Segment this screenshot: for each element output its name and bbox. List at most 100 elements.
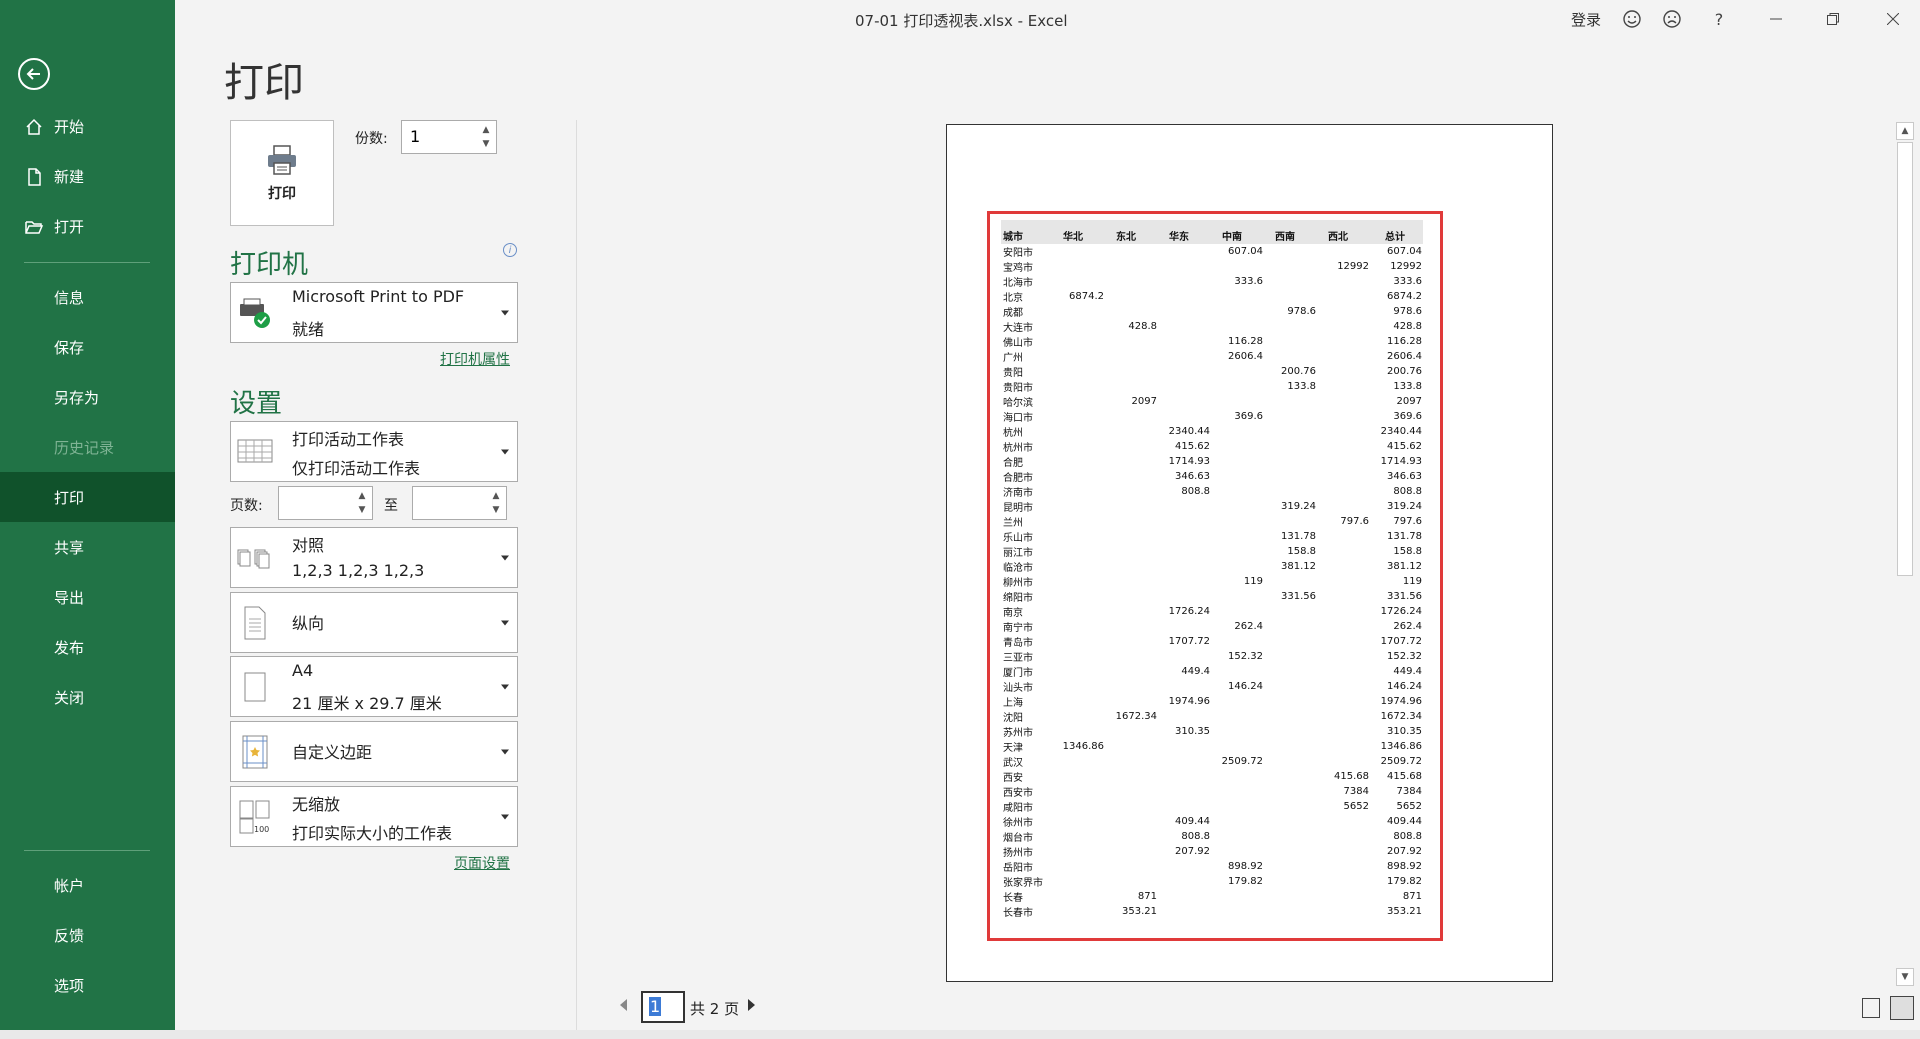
margins-dropdown[interactable]: 自定义边距 bbox=[230, 721, 518, 782]
pivot-row: 咸阳市 5652 5652 bbox=[1001, 799, 1423, 814]
nav-export[interactable]: 导出 bbox=[0, 572, 175, 622]
nav-save-as[interactable]: 另存为 bbox=[0, 372, 175, 422]
zoom-to-page-icon[interactable] bbox=[1890, 996, 1914, 1020]
pages-to-input[interactable]: ▲ ▼ bbox=[412, 486, 507, 520]
pivot-row: 北海市 333.6 333.6 bbox=[1001, 274, 1423, 289]
pivot-row: 天津 1346.86 1346.86 bbox=[1001, 739, 1423, 754]
pivot-row: 西安市 7384 7384 bbox=[1001, 784, 1423, 799]
nav-share[interactable]: 共享 bbox=[0, 522, 175, 572]
pivot-row: 绵阳市 331.56 331.56 bbox=[1001, 589, 1423, 604]
spin-down-icon[interactable]: ▼ bbox=[356, 504, 368, 516]
nav-share-label: 共享 bbox=[54, 538, 85, 557]
show-margins-icon[interactable] bbox=[1862, 998, 1880, 1018]
pivot-row: 大连市 428.8 428.8 bbox=[1001, 319, 1423, 334]
pivot-header-row: 城市 华北 东北 华东 中南 西南 西北 总计 bbox=[1001, 220, 1423, 244]
nav-feedback[interactable]: 反馈 bbox=[0, 910, 175, 960]
orientation-dropdown[interactable]: 纵向 bbox=[230, 592, 518, 653]
pivot-value-cell: 116.28 bbox=[1387, 336, 1422, 347]
spin-up-icon[interactable]: ▲ bbox=[356, 490, 368, 502]
frown-feedback-icon[interactable] bbox=[1661, 8, 1683, 30]
previous-page-icon[interactable] bbox=[620, 999, 627, 1011]
paper-size-desc: 21 厘米 x 29.7 厘米 bbox=[292, 694, 442, 713]
spin-up-icon[interactable]: ▲ bbox=[490, 490, 502, 502]
nav-home[interactable]: 开始 bbox=[0, 101, 175, 151]
pivot-city-cell: 南京 bbox=[1003, 608, 1023, 619]
collate-dropdown[interactable]: 对照 1,2,3 1,2,3 1,2,3 bbox=[230, 527, 518, 588]
pivot-city-cell: 北海市 bbox=[1003, 278, 1033, 289]
nav-info-label: 信息 bbox=[54, 288, 85, 307]
print-what-dropdown[interactable]: 打印活动工作表 仅打印活动工作表 bbox=[230, 421, 518, 482]
smile-feedback-icon[interactable] bbox=[1621, 8, 1643, 30]
pages-from-input[interactable]: ▲ ▼ bbox=[278, 486, 373, 520]
pivot-value-cell: 2606.4 bbox=[1387, 351, 1422, 362]
spin-up-icon[interactable]: ▲ bbox=[480, 124, 492, 136]
pivot-value-cell: 200.76 bbox=[1281, 366, 1316, 377]
pivot-city-cell: 西安 bbox=[1003, 773, 1023, 784]
pivot-value-cell: 331.56 bbox=[1387, 591, 1422, 602]
printer-name: Microsoft Print to PDF bbox=[292, 287, 465, 306]
nav-new[interactable]: 新建 bbox=[0, 151, 175, 201]
backstage-sidebar: 开始 新建 打开 信息 保存 另存为 历史记录 打印 共享 导出 发布 关闭 帐… bbox=[0, 0, 175, 1039]
scroll-down-icon[interactable]: ▼ bbox=[1896, 968, 1914, 986]
pivot-value-cell: 2606.4 bbox=[1228, 351, 1263, 362]
close-icon[interactable] bbox=[1882, 8, 1904, 30]
pivot-city-cell: 成都 bbox=[1003, 308, 1023, 319]
pivot-row: 济南市 808.8 808.8 bbox=[1001, 484, 1423, 499]
spin-down-icon[interactable]: ▼ bbox=[480, 138, 492, 150]
pivot-value-cell: 1707.72 bbox=[1168, 636, 1210, 647]
nav-open-label: 打开 bbox=[54, 217, 85, 236]
nav-account[interactable]: 帐户 bbox=[0, 860, 175, 910]
preview-scrollbar[interactable]: ▲ ▼ bbox=[1896, 122, 1914, 986]
pivot-row: 安阳市 607.04 607.04 bbox=[1001, 244, 1423, 259]
pivot-row: 北京 6874.2 6874.2 bbox=[1001, 289, 1423, 304]
pivot-value-cell: 381.12 bbox=[1281, 561, 1316, 572]
pivot-value-cell: 158.8 bbox=[1393, 546, 1422, 557]
sheet-grid-icon bbox=[237, 439, 273, 462]
pivot-city-cell: 沈阳 bbox=[1003, 713, 1023, 724]
pivot-row: 沈阳 1672.34 1672.34 bbox=[1001, 709, 1423, 724]
info-icon[interactable]: i bbox=[503, 243, 517, 257]
pivot-value-cell: 2340.44 bbox=[1380, 426, 1422, 437]
pivot-city-cell: 长春市 bbox=[1003, 908, 1033, 919]
pivot-value-cell: 871 bbox=[1137, 891, 1157, 902]
pivot-row: 杭州市 415.62 415.62 bbox=[1001, 439, 1423, 454]
nav-save[interactable]: 保存 bbox=[0, 322, 175, 372]
page-setup-link[interactable]: 页面设置 bbox=[454, 853, 510, 873]
copies-stepper[interactable]: ▲ ▼ bbox=[401, 120, 497, 154]
printer-properties-link[interactable]: 打印机属性 bbox=[440, 349, 510, 369]
highlight-frame: 城市 华北 东北 华东 中南 西南 西北 总计 安阳市 607.04 607.04 宝鸡市 12992 1… bbox=[987, 211, 1443, 941]
pivot-city-cell: 上海 bbox=[1003, 698, 1023, 709]
paper-size-dropdown[interactable]: A4 21 厘米 x 29.7 厘米 bbox=[230, 656, 518, 717]
help-icon[interactable]: ? bbox=[1708, 8, 1730, 30]
pages-label: 页数: bbox=[230, 498, 263, 514]
nav-close[interactable]: 关闭 bbox=[0, 672, 175, 722]
back-arrow-icon[interactable] bbox=[18, 58, 50, 90]
pivot-row: 佛山市 116.28 116.28 bbox=[1001, 334, 1423, 349]
pivot-header-cell: 华北 bbox=[1063, 232, 1083, 243]
pivot-row: 成都 978.6 978.6 bbox=[1001, 304, 1423, 319]
printer-dropdown[interactable]: Microsoft Print to PDF 就绪 bbox=[230, 282, 518, 343]
login-link[interactable]: 登录 bbox=[1571, 9, 1601, 30]
nav-options[interactable]: 选项 bbox=[0, 960, 175, 1010]
dropdown-arrow-icon bbox=[501, 620, 509, 625]
scaling-dropdown[interactable]: 100 无缩放 打印实际大小的工作表 bbox=[230, 786, 518, 847]
restore-icon[interactable] bbox=[1822, 8, 1844, 30]
copies-input[interactable] bbox=[410, 127, 470, 146]
pivot-value-cell: 131.78 bbox=[1387, 531, 1422, 542]
pivot-value-cell: 319.24 bbox=[1387, 501, 1422, 512]
nav-open[interactable]: 打开 bbox=[0, 201, 175, 251]
next-page-icon[interactable] bbox=[748, 999, 755, 1011]
print-button[interactable]: 打印 bbox=[230, 120, 334, 226]
nav-info[interactable]: 信息 bbox=[0, 272, 175, 322]
minimize-icon[interactable] bbox=[1765, 8, 1787, 30]
scroll-up-icon[interactable]: ▲ bbox=[1896, 122, 1914, 140]
nav-publish[interactable]: 发布 bbox=[0, 622, 175, 672]
pivot-value-cell: 1726.24 bbox=[1168, 606, 1210, 617]
pivot-value-cell: 331.56 bbox=[1281, 591, 1316, 602]
scrollbar-thumb[interactable] bbox=[1897, 142, 1913, 576]
page-number-input[interactable]: 1 bbox=[641, 991, 685, 1023]
no-scaling-icon: 100 bbox=[239, 800, 270, 834]
spin-down-icon[interactable]: ▼ bbox=[490, 504, 502, 516]
nav-print[interactable]: 打印 bbox=[0, 472, 175, 522]
pivot-header-cell: 华东 bbox=[1169, 232, 1189, 243]
